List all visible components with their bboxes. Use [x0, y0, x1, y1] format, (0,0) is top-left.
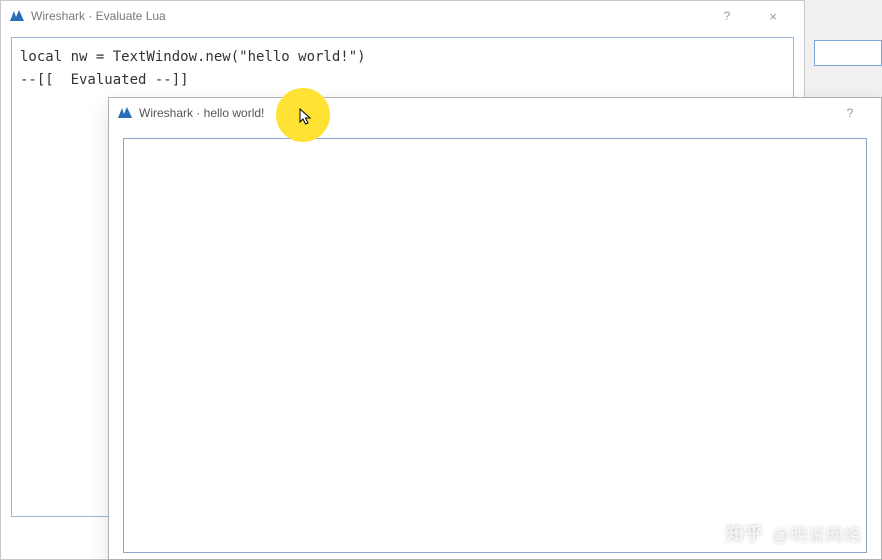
- text-window-content[interactable]: [123, 138, 867, 553]
- cursor-highlight-circle: [276, 88, 330, 142]
- front-titlebar-buttons: ?: [827, 98, 873, 128]
- back-window-title: Wireshark · Evaluate Lua: [31, 9, 704, 23]
- watermark-author: @明说网络: [772, 521, 862, 546]
- hello-world-window: Wireshark · hello world! ?: [108, 97, 882, 560]
- background-toolbar-fragment: [814, 40, 882, 66]
- back-titlebar-buttons: ? ×: [704, 1, 796, 31]
- code-line: local nw = TextWindow.new("hello world!"…: [20, 46, 785, 69]
- wireshark-icon: [9, 8, 25, 24]
- wireshark-icon: [117, 105, 133, 121]
- front-window-title: Wireshark · hello world!: [139, 106, 827, 120]
- back-titlebar[interactable]: Wireshark · Evaluate Lua ? ×: [1, 1, 804, 31]
- close-icon: ×: [769, 9, 777, 24]
- code-line: --[[ Evaluated --]]: [20, 69, 785, 92]
- zhihu-logo-text: 知乎: [726, 520, 764, 546]
- close-button[interactable]: ×: [750, 1, 796, 31]
- front-titlebar[interactable]: Wireshark · hello world! ?: [109, 98, 881, 128]
- help-button[interactable]: ?: [827, 98, 873, 128]
- help-button[interactable]: ?: [704, 1, 750, 31]
- cursor-arrow-icon: [299, 108, 313, 129]
- watermark: 知乎 @明说网络: [726, 520, 862, 546]
